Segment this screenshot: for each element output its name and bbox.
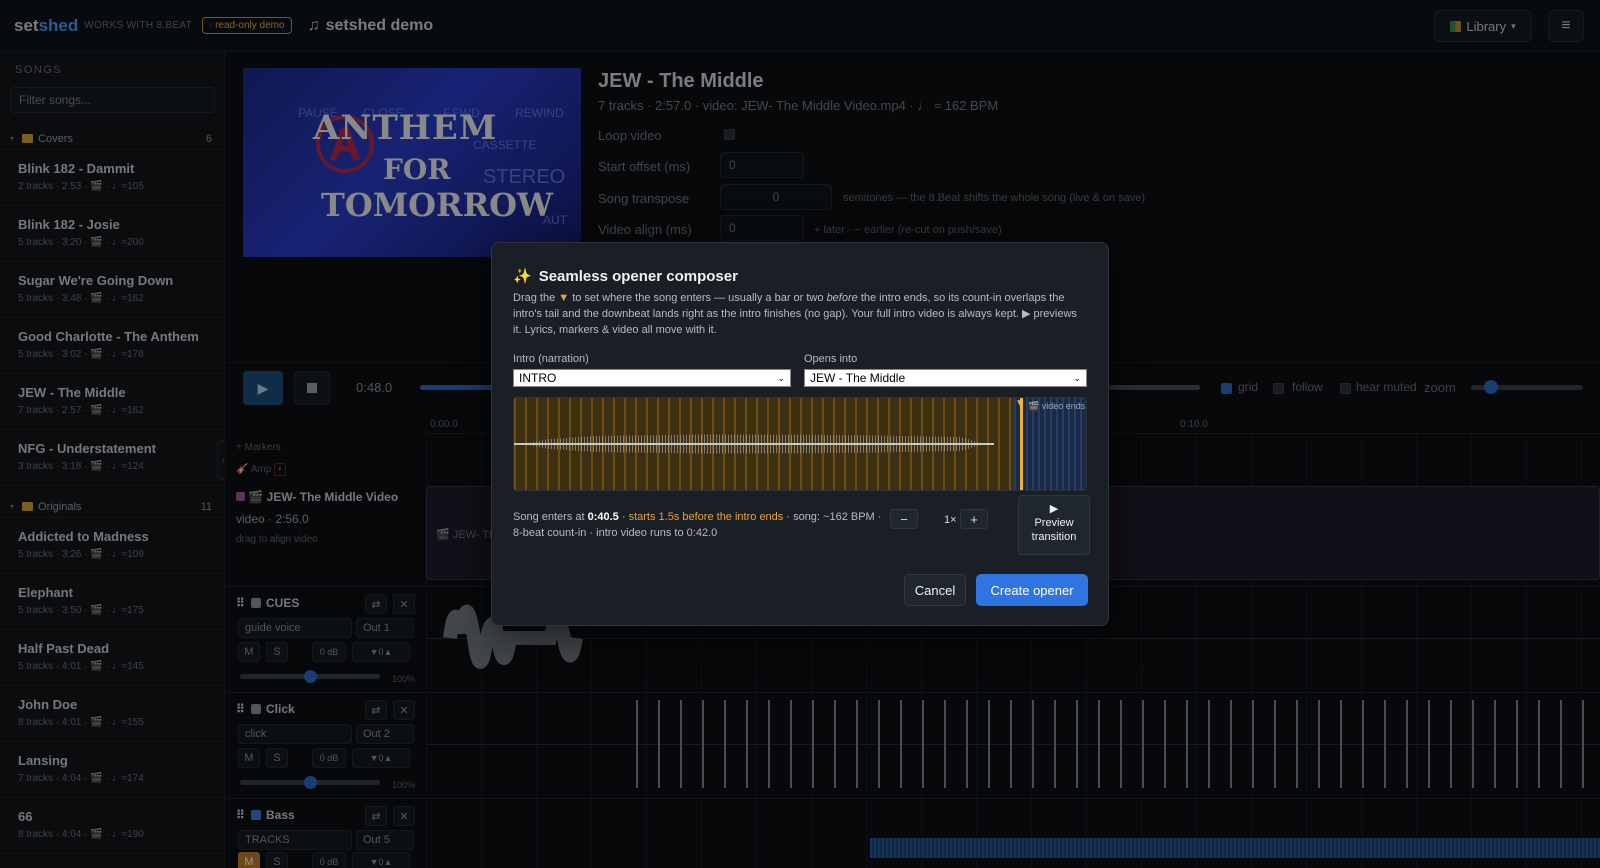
preview-label: Preview [1034, 517, 1074, 529]
create-opener-button[interactable]: Create opener [976, 574, 1088, 606]
speed-value: 1× [944, 514, 957, 526]
speed-increase-button[interactable]: + [960, 509, 988, 529]
status-part: · [618, 511, 629, 523]
dialog-title: ✨ Seamless opener composer [513, 267, 738, 286]
entry-time: 0:40.5 [587, 511, 619, 523]
preview-label: transition [1031, 531, 1077, 543]
dialog-description: Drag the ▼ to set where the song enters … [513, 290, 1083, 338]
triangle-marker-icon[interactable]: ▼ [1015, 398, 1025, 409]
overlap-highlight: starts 1.5s before the intro ends [628, 511, 784, 523]
chevron-down-icon: ⌄ [777, 372, 785, 383]
plus-icon: + [970, 511, 978, 527]
create-opener-label: Create opener [990, 582, 1074, 598]
video-ends-label: 🎬 video ends [1028, 401, 1085, 412]
opens-into-select-value: JEW - The Middle [810, 371, 906, 385]
sparkles-icon: ✨ [513, 268, 532, 285]
desc-emphasis: before [826, 292, 858, 304]
transition-status: Song enters at 0:40.5 · starts 1.5s befo… [513, 509, 893, 541]
intro-select[interactable]: INTRO ⌄ [513, 369, 791, 387]
status-part: Song enters at [513, 511, 588, 523]
speed-decrease-button[interactable]: − [890, 509, 918, 529]
cancel-label: Cancel [914, 582, 956, 598]
desc-part: Drag the [513, 292, 559, 304]
opens-into-select[interactable]: JEW - The Middle ⌄ [804, 369, 1087, 387]
opens-into-label: Opens into [804, 353, 858, 365]
video-ends-text: video ends [1041, 401, 1086, 411]
preview-transition-button[interactable]: ▶ Preview transition [1018, 495, 1090, 555]
minus-icon: − [900, 511, 908, 527]
song-entry-marker[interactable] [1020, 398, 1023, 490]
triangle-marker-icon: ▼ [558, 292, 570, 304]
transition-waveform[interactable]: ▼ 🎬 video ends [513, 397, 1087, 491]
desc-part: to set where the song enters — usually a… [569, 292, 827, 304]
opener-composer-dialog: ✨ Seamless opener composer Drag the ▼ to… [491, 242, 1109, 626]
play-icon: ▶ [1049, 503, 1059, 515]
cancel-button[interactable]: Cancel [904, 574, 966, 606]
waveform-centerline [514, 443, 994, 445]
intro-select-value: INTRO [519, 371, 557, 385]
dialog-title-text: Seamless opener composer [538, 267, 738, 285]
app-root: setshed WORKS WITH 8.BEAT · read-only de… [0, 0, 1600, 868]
film-icon: 🎬 [1028, 401, 1040, 411]
intro-label: Intro (narration) [513, 353, 589, 365]
chevron-down-icon: ⌄ [1073, 372, 1081, 383]
